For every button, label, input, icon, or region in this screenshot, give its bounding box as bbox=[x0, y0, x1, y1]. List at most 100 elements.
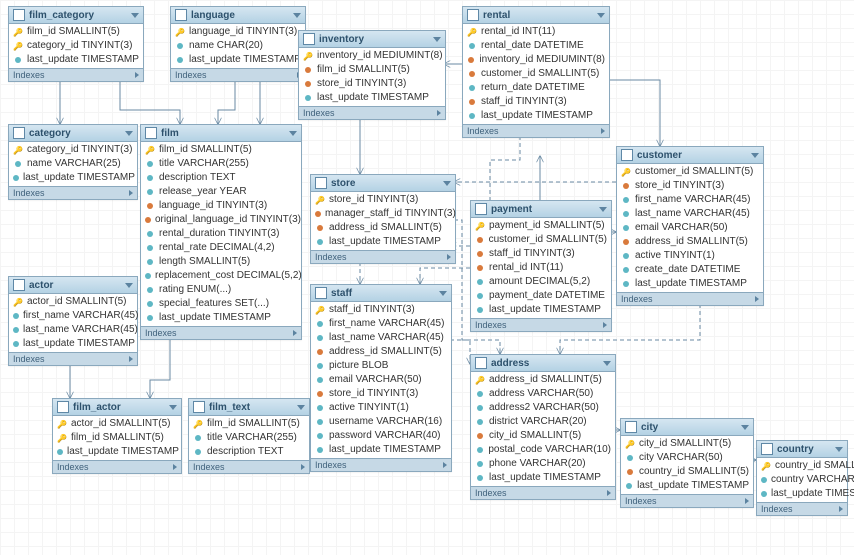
column-row[interactable]: address_id SMALLINT(5) bbox=[311, 345, 451, 359]
column-row[interactable]: city VARCHAR(50) bbox=[621, 451, 753, 465]
table-header[interactable]: address bbox=[471, 355, 615, 372]
column-row[interactable]: phone VARCHAR(20) bbox=[471, 457, 615, 471]
column-row[interactable]: film_id SMALLINT(5) bbox=[9, 25, 143, 39]
column-row[interactable]: last_update TIMESTAMP bbox=[9, 53, 143, 67]
column-row[interactable]: store_id TINYINT(3) bbox=[617, 179, 763, 193]
chevron-right-icon[interactable] bbox=[755, 296, 759, 302]
table-header[interactable]: film bbox=[141, 125, 301, 142]
table-address[interactable]: addressaddress_id SMALLINT(5)address VAR… bbox=[470, 354, 616, 500]
column-row[interactable]: title VARCHAR(255) bbox=[141, 157, 301, 171]
column-row[interactable]: store_id TINYINT(3) bbox=[311, 193, 455, 207]
relationship-connector[interactable] bbox=[150, 336, 170, 398]
table-store[interactable]: storestore_id TINYINT(3)manager_staff_id… bbox=[310, 174, 456, 264]
column-row[interactable]: last_update TIMESTAMP bbox=[757, 487, 847, 501]
chevron-right-icon[interactable] bbox=[437, 110, 441, 116]
table-header[interactable]: rental bbox=[463, 7, 609, 24]
table-film[interactable]: filmfilm_id SMALLINT(5)title VARCHAR(255… bbox=[140, 124, 302, 340]
chevron-right-icon[interactable] bbox=[293, 330, 297, 336]
column-row[interactable]: address_id SMALLINT(5) bbox=[617, 235, 763, 249]
table-header[interactable]: film_text bbox=[189, 399, 309, 416]
column-row[interactable]: first_name VARCHAR(45) bbox=[9, 309, 137, 323]
table-category[interactable]: categorycategory_id TINYINT(3)name VARCH… bbox=[8, 124, 138, 200]
column-row[interactable]: last_update TIMESTAMP bbox=[141, 311, 301, 325]
table-header[interactable]: customer bbox=[617, 147, 763, 164]
column-row[interactable]: name CHAR(20) bbox=[171, 39, 305, 53]
indexes-section[interactable]: Indexes bbox=[471, 486, 615, 499]
table-header[interactable]: country bbox=[757, 441, 847, 458]
indexes-section[interactable]: Indexes bbox=[9, 352, 137, 365]
chevron-down-icon[interactable] bbox=[439, 291, 447, 296]
chevron-right-icon[interactable] bbox=[603, 322, 607, 328]
column-row[interactable]: language_id TINYINT(3) bbox=[141, 199, 301, 213]
table-header[interactable]: store bbox=[311, 175, 455, 192]
chevron-right-icon[interactable] bbox=[607, 490, 611, 496]
column-row[interactable]: customer_id SMALLINT(5) bbox=[617, 165, 763, 179]
column-row[interactable]: country_id SMALLINT(5) bbox=[621, 465, 753, 479]
column-row[interactable]: last_update TIMESTAMP bbox=[621, 479, 753, 493]
table-language[interactable]: languagelanguage_id TINYINT(3)name CHAR(… bbox=[170, 6, 306, 82]
chevron-down-icon[interactable] bbox=[289, 131, 297, 136]
column-row[interactable]: create_date DATETIME bbox=[617, 263, 763, 277]
column-row[interactable]: special_features SET(...) bbox=[141, 297, 301, 311]
column-row[interactable]: film_id SMALLINT(5) bbox=[189, 417, 309, 431]
column-row[interactable]: rating ENUM(...) bbox=[141, 283, 301, 297]
table-film_text[interactable]: film_textfilm_id SMALLINT(5)title VARCHA… bbox=[188, 398, 310, 474]
column-row[interactable]: store_id TINYINT(3) bbox=[311, 387, 451, 401]
column-row[interactable]: address_id SMALLINT(5) bbox=[471, 373, 615, 387]
column-row[interactable]: amount DECIMAL(5,2) bbox=[471, 275, 611, 289]
chevron-right-icon[interactable] bbox=[447, 254, 451, 260]
table-film_actor[interactable]: film_actoractor_id SMALLINT(5)film_id SM… bbox=[52, 398, 182, 474]
table-header[interactable]: actor bbox=[9, 277, 137, 294]
column-row[interactable]: replacement_cost DECIMAL(5,2) bbox=[141, 269, 301, 283]
column-row[interactable]: last_update TIMESTAMP bbox=[53, 445, 181, 459]
column-row[interactable]: rental_rate DECIMAL(4,2) bbox=[141, 241, 301, 255]
column-row[interactable]: category_id TINYINT(3) bbox=[9, 143, 137, 157]
chevron-right-icon[interactable] bbox=[129, 356, 133, 362]
column-row[interactable]: rental_id INT(11) bbox=[463, 25, 609, 39]
column-row[interactable]: city_id SMALLINT(5) bbox=[621, 437, 753, 451]
table-city[interactable]: citycity_id SMALLINT(5)city VARCHAR(50)c… bbox=[620, 418, 754, 508]
column-row[interactable]: rental_id INT(11) bbox=[471, 261, 611, 275]
indexes-section[interactable]: Indexes bbox=[617, 292, 763, 305]
column-row[interactable]: store_id TINYINT(3) bbox=[299, 77, 445, 91]
chevron-down-icon[interactable] bbox=[433, 37, 441, 42]
column-row[interactable]: staff_id TINYINT(3) bbox=[463, 95, 609, 109]
relationship-connector[interactable] bbox=[218, 82, 235, 124]
column-row[interactable]: inventory_id MEDIUMINT(8) bbox=[463, 53, 609, 67]
indexes-section[interactable]: Indexes bbox=[9, 68, 143, 81]
column-row[interactable]: password VARCHAR(40) bbox=[311, 429, 451, 443]
indexes-section[interactable]: Indexes bbox=[621, 494, 753, 507]
table-film_category[interactable]: film_categoryfilm_id SMALLINT(5)category… bbox=[8, 6, 144, 82]
table-inventory[interactable]: inventoryinventory_id MEDIUMINT(8)film_i… bbox=[298, 30, 446, 120]
chevron-right-icon[interactable] bbox=[173, 464, 177, 470]
column-row[interactable]: staff_id TINYINT(3) bbox=[311, 303, 451, 317]
table-header[interactable]: film_actor bbox=[53, 399, 181, 416]
table-header[interactable]: film_category bbox=[9, 7, 143, 24]
chevron-down-icon[interactable] bbox=[443, 181, 451, 186]
chevron-right-icon[interactable] bbox=[443, 462, 447, 468]
column-row[interactable]: address_id SMALLINT(5) bbox=[311, 221, 455, 235]
column-row[interactable]: country_id SMALLINT(5) bbox=[757, 459, 847, 473]
chevron-down-icon[interactable] bbox=[297, 405, 305, 410]
relationship-connector[interactable] bbox=[450, 340, 470, 364]
chevron-right-icon[interactable] bbox=[301, 464, 305, 470]
chevron-down-icon[interactable] bbox=[603, 361, 611, 366]
column-row[interactable]: last_name VARCHAR(45) bbox=[617, 207, 763, 221]
column-row[interactable]: active TINYINT(1) bbox=[617, 249, 763, 263]
chevron-down-icon[interactable] bbox=[741, 425, 749, 430]
table-header[interactable]: staff bbox=[311, 285, 451, 302]
column-row[interactable]: actor_id SMALLINT(5) bbox=[9, 295, 137, 309]
column-row[interactable]: customer_id SMALLINT(5) bbox=[463, 67, 609, 81]
chevron-right-icon[interactable] bbox=[745, 498, 749, 504]
column-row[interactable]: email VARCHAR(50) bbox=[617, 221, 763, 235]
column-row[interactable]: film_id SMALLINT(5) bbox=[299, 63, 445, 77]
table-header[interactable]: payment bbox=[471, 201, 611, 218]
column-row[interactable]: last_name VARCHAR(45) bbox=[9, 323, 137, 337]
chevron-down-icon[interactable] bbox=[835, 447, 843, 452]
column-row[interactable]: language_id TINYINT(3) bbox=[171, 25, 305, 39]
column-row[interactable]: description TEXT bbox=[141, 171, 301, 185]
column-row[interactable]: film_id SMALLINT(5) bbox=[53, 431, 181, 445]
column-row[interactable]: last_update TIMESTAMP bbox=[299, 91, 445, 105]
column-row[interactable]: district VARCHAR(20) bbox=[471, 415, 615, 429]
chevron-down-icon[interactable] bbox=[125, 131, 133, 136]
